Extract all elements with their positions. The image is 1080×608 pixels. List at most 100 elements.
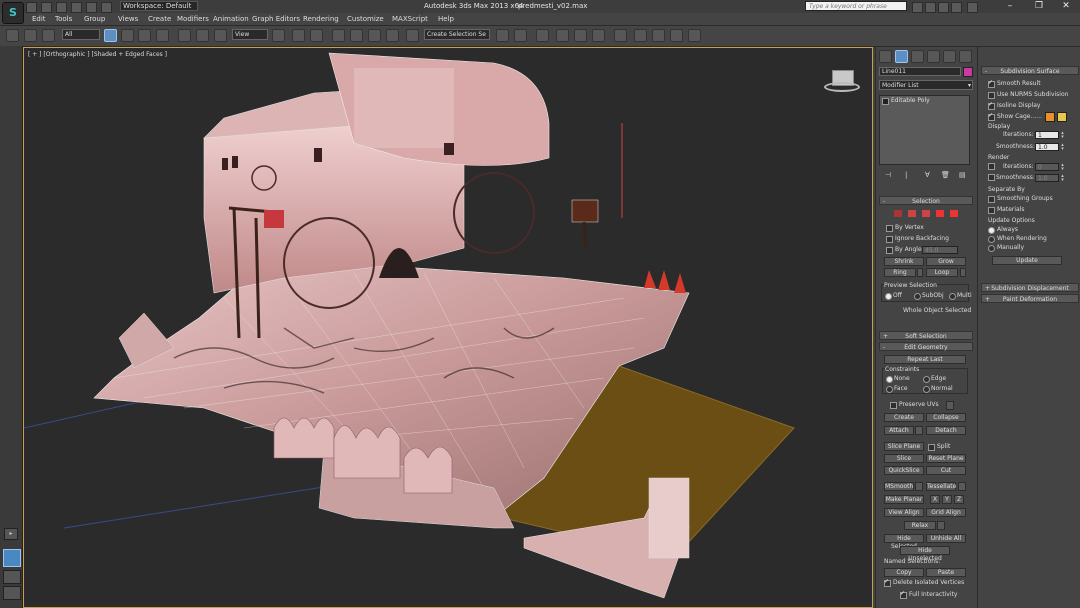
create-button[interactable]: Create	[884, 413, 924, 422]
render-iterative-icon[interactable]	[688, 29, 701, 42]
select-object-icon[interactable]	[104, 29, 117, 42]
viewcube-icon[interactable]	[824, 70, 860, 100]
menu-create[interactable]: Create	[148, 15, 171, 23]
menu-tools[interactable]: Tools	[55, 15, 72, 23]
full-interactivity-checkbox[interactable]	[900, 590, 907, 599]
move-icon[interactable]	[178, 29, 191, 42]
app-logo-icon[interactable]: S	[2, 2, 24, 24]
border-level-icon[interactable]	[922, 210, 930, 217]
constraint-edge-radio[interactable]	[923, 376, 930, 383]
graphite-tools-icon[interactable]	[556, 29, 569, 42]
viewport-layout-3-icon[interactable]	[3, 586, 21, 600]
maximize-button[interactable]: ❐	[1025, 0, 1053, 13]
ignore-backfacing-checkbox[interactable]	[886, 236, 893, 243]
favorites-icon[interactable]	[951, 2, 962, 13]
save-file-icon[interactable]	[56, 2, 67, 13]
curve-editor-icon[interactable]	[574, 29, 587, 42]
menu-views[interactable]: Views	[118, 15, 138, 23]
material-editor-icon[interactable]	[614, 29, 627, 42]
scale-icon[interactable]	[214, 29, 227, 42]
render-iterations-checkbox[interactable]	[988, 163, 995, 170]
by-angle-checkbox[interactable]	[886, 247, 893, 254]
menu-graph-editors[interactable]: Graph Editors	[252, 15, 300, 23]
update-always-radio[interactable]	[988, 227, 995, 234]
slice-plane-button[interactable]: Slice Plane	[884, 442, 924, 451]
soft-selection-rollout-header[interactable]: + Soft Selection	[879, 331, 973, 340]
bind-space-warp-icon[interactable]	[42, 29, 55, 42]
selection-filter-dropdown[interactable]: All	[62, 29, 100, 40]
layer-manager-icon[interactable]	[536, 29, 549, 42]
planar-y-button[interactable]: Y	[942, 495, 952, 504]
spinner-arrows-icon[interactable]: ▴ ▾	[1060, 131, 1065, 140]
loop-button[interactable]: Loop	[926, 268, 958, 277]
object-color-swatch[interactable]	[963, 67, 973, 77]
workspace-dropdown[interactable]: Workspace: Default	[120, 1, 198, 11]
render-iterations-spinner[interactable]: 0	[1035, 163, 1059, 171]
percent-snap-icon[interactable]	[368, 29, 381, 42]
stack-item-editable-poly[interactable]: Editable Poly	[891, 97, 930, 104]
modify-tab-icon[interactable]	[895, 50, 908, 63]
hide-unselected-button[interactable]: Hide Unselected	[900, 546, 950, 562]
ring-button[interactable]: Ring	[884, 268, 916, 277]
grid-align-button[interactable]: Grid Align	[926, 508, 966, 517]
configure-sets-icon[interactable]: ▤	[959, 171, 966, 179]
materials-checkbox[interactable]	[988, 207, 995, 214]
planar-z-button[interactable]: Z	[954, 495, 964, 504]
edit-geometry-rollout-header[interactable]: - Edit Geometry	[879, 342, 973, 351]
collapse-button[interactable]: Collapse	[926, 413, 966, 422]
spinner-snap-icon[interactable]	[386, 29, 399, 42]
unlink-icon[interactable]	[24, 29, 37, 42]
search-input[interactable]: Type a keyword or phrase	[805, 1, 907, 11]
snaps-toggle-icon[interactable]	[332, 29, 345, 42]
motion-tab-icon[interactable]	[927, 50, 940, 63]
menu-customize[interactable]: Customize	[347, 15, 384, 23]
make-unique-icon[interactable]: ∀	[925, 171, 930, 179]
open-file-icon[interactable]	[41, 2, 52, 13]
cage-color-swatch[interactable]	[1045, 112, 1055, 122]
pivot-center-icon[interactable]	[272, 29, 285, 42]
relax-settings-icon[interactable]	[937, 521, 945, 530]
preview-subobj-radio[interactable]	[914, 293, 921, 300]
window-crossing-icon[interactable]	[156, 29, 169, 42]
stack-item-toggle-icon[interactable]	[882, 98, 889, 105]
viewport-layout-icon[interactable]	[3, 549, 21, 567]
edit-named-selection-icon[interactable]	[406, 29, 419, 42]
relax-button[interactable]: Relax	[904, 521, 936, 530]
delete-isolated-checkbox[interactable]	[884, 578, 891, 587]
by-vertex-checkbox[interactable]	[886, 225, 893, 232]
rendered-frame-window-icon[interactable]	[652, 29, 665, 42]
preserve-uvs-checkbox[interactable]	[890, 402, 897, 409]
menu-maxscript[interactable]: MAXScript	[392, 15, 428, 23]
modifier-list-dropdown[interactable]: Modifier List ▾	[879, 80, 973, 90]
loop-spinner[interactable]	[960, 268, 966, 277]
planar-x-button[interactable]: X	[930, 495, 940, 504]
use-nurms-checkbox[interactable]	[988, 92, 995, 99]
display-tab-icon[interactable]	[943, 50, 956, 63]
attach-settings-icon[interactable]	[915, 426, 923, 435]
grow-button[interactable]: Grow	[926, 257, 966, 266]
cage-selection-color-swatch[interactable]	[1057, 112, 1067, 122]
msmooth-button[interactable]: MSmooth	[884, 482, 914, 491]
update-button[interactable]: Update	[992, 256, 1062, 265]
constraint-normal-radio[interactable]	[923, 386, 930, 393]
angle-snap-icon[interactable]	[350, 29, 363, 42]
menu-animation[interactable]: Animation	[213, 15, 249, 23]
subdivision-surface-header[interactable]: - Subdivision Surface	[981, 66, 1079, 75]
object-name-field[interactable]: Line011	[879, 67, 961, 76]
isoline-display-checkbox[interactable]	[988, 101, 995, 110]
minimize-button[interactable]: –	[996, 0, 1024, 13]
smooth-result-checkbox[interactable]	[988, 79, 995, 88]
angle-spinner[interactable]: 45.0	[922, 246, 958, 254]
mirror-icon[interactable]	[496, 29, 509, 42]
select-link-icon[interactable]	[6, 29, 19, 42]
constraint-none-radio[interactable]	[886, 376, 893, 383]
subdivision-displacement-header[interactable]: + Subdivision Displacement	[981, 283, 1079, 292]
tessellate-settings-icon[interactable]	[958, 482, 966, 491]
communication-icon[interactable]	[938, 2, 949, 13]
keyboard-shortcut-icon[interactable]	[310, 29, 323, 42]
selection-rollout-header[interactable]: - Selection	[879, 196, 973, 205]
menu-edit[interactable]: Edit	[32, 15, 46, 23]
project-folder-icon[interactable]	[101, 2, 112, 13]
smoothness-spinner[interactable]: 1.0	[1035, 143, 1059, 151]
spinner-arrows-icon[interactable]: ▴ ▾	[1060, 143, 1065, 152]
